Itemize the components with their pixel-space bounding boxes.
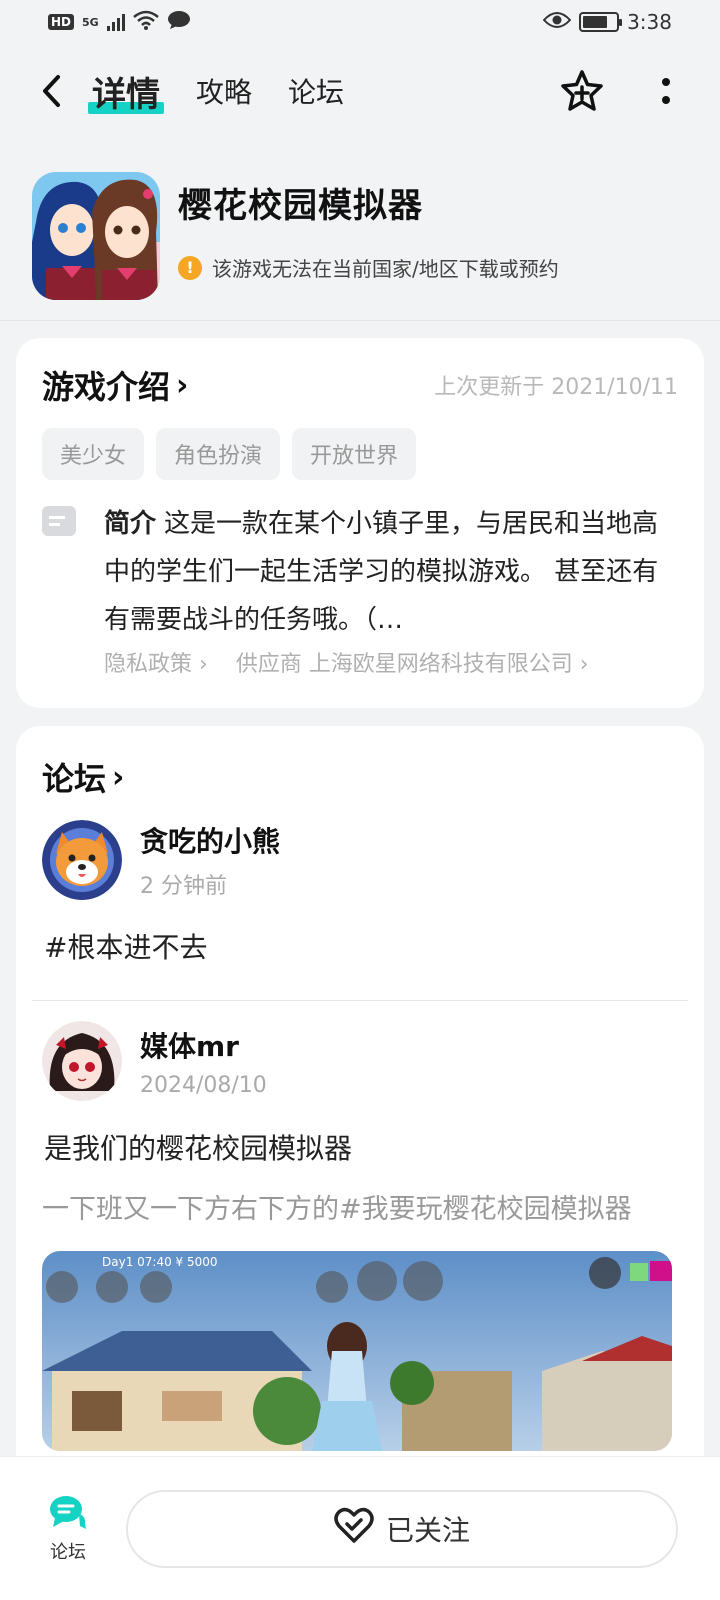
- forum-chat-icon: [49, 1494, 87, 1534]
- hd-badge: HD: [48, 14, 75, 30]
- back-icon[interactable]: [32, 71, 72, 111]
- battery-icon: [579, 12, 623, 32]
- document-icon: [42, 506, 76, 536]
- tab-details[interactable]: 详情: [88, 67, 164, 116]
- app-title: 樱花校园模拟器: [178, 186, 423, 226]
- description: 简介 这是一款在某个小镇子里，与居民和当地高中的学生们一起生活学习的模拟游戏。 甚…: [104, 500, 670, 644]
- status-left: HD 5G: [48, 10, 191, 35]
- warning-icon: !: [178, 255, 202, 280]
- tag-chip[interactable]: 角色扮演: [156, 428, 281, 480]
- intro-links: 隐私政策 › 供应商 上海欧星网络科技有限公司 ›: [104, 646, 678, 678]
- tab-bar: 详情 攻略 论坛: [88, 67, 344, 116]
- tag-chip[interactable]: 开放世界: [292, 428, 417, 480]
- header-divider: [0, 320, 720, 321]
- intro-title-link[interactable]: 游戏介绍 ›: [42, 362, 188, 408]
- tag-chip[interactable]: 美少女: [42, 428, 145, 480]
- vendor-link[interactable]: 供应商 上海欧星网络科技有限公司 ›: [236, 646, 589, 678]
- status-bar: HD 5G 3:38: [0, 0, 720, 44]
- forum-card: 论坛 › 贪吃的小熊 2 分钟前 #根本进不去 媒体mr 2024/08/10 …: [16, 726, 704, 1486]
- post-time: 2024/08/10: [140, 1072, 267, 1098]
- eye-icon: [542, 10, 572, 35]
- heart-check-icon: [334, 1506, 374, 1551]
- bottom-bar: 论坛 已关注: [0, 1456, 720, 1600]
- tab-forum[interactable]: 论坛: [288, 71, 344, 111]
- intro-header: 游戏介绍 › 上次更新于 2021/10/11: [42, 362, 678, 408]
- game-intro-card: 游戏介绍 › 上次更新于 2021/10/11 美少女 角色扮演 开放世界 简介…: [16, 338, 704, 708]
- description-block[interactable]: 简介 这是一款在某个小镇子里，与居民和当地高中的学生们一起生活学习的模拟游戏。 甚…: [42, 500, 678, 644]
- tag-list: 美少女 角色扮演 开放世界: [42, 428, 678, 480]
- avatar[interactable]: [42, 1021, 122, 1101]
- bottom-forum-label: 论坛: [50, 1541, 86, 1563]
- wifi-icon: [132, 10, 159, 35]
- post-body: 是我们的樱花校园模拟器: [44, 1132, 353, 1165]
- tab-guides[interactable]: 攻略: [196, 71, 252, 111]
- region-warning-text: 该游戏无法在当前国家/地区下载或预约: [212, 257, 559, 281]
- bottom-forum-tab[interactable]: 论坛: [32, 1494, 104, 1564]
- more-icon[interactable]: [644, 69, 688, 113]
- username[interactable]: 媒体mr: [140, 1025, 267, 1065]
- post-image[interactable]: Day1 07:40 ¥ 5000: [42, 1251, 672, 1451]
- avatar[interactable]: [42, 820, 122, 900]
- post-divider: [32, 1000, 688, 1001]
- star-add-icon[interactable]: [560, 69, 604, 113]
- network-label: 5G: [82, 15, 99, 29]
- app-header: 樱花校园模拟器 ! 该游戏无法在当前国家/地区下载或预约: [32, 172, 688, 302]
- user-meta: 媒体mr 2024/08/10: [140, 1025, 267, 1098]
- description-label: 简介: [104, 509, 157, 539]
- app-icon: [32, 172, 160, 300]
- username[interactable]: 贪吃的小熊: [140, 820, 280, 860]
- post-author: 媒体mr 2024/08/10: [42, 1021, 678, 1101]
- message-icon: [167, 10, 191, 35]
- post-author: 贪吃的小熊 2 分钟前: [42, 820, 678, 900]
- signal-icon: [106, 13, 125, 31]
- post-time: 2 分钟前: [140, 874, 227, 899]
- top-nav: 详情 攻略 论坛: [0, 55, 720, 127]
- user-meta: 贪吃的小熊 2 分钟前: [140, 820, 280, 900]
- forum-post[interactable]: 媒体mr 2024/08/10 是我们的樱花校园模拟器 一下班又一下方右下方的#…: [42, 1021, 678, 1451]
- status-right: 3:38: [542, 10, 672, 35]
- forum-title-link[interactable]: 论坛 ›: [42, 754, 678, 800]
- nav-actions: [560, 69, 688, 113]
- privacy-policy-link[interactable]: 隐私政策 ›: [104, 646, 208, 678]
- intro-title: 游戏介绍: [42, 368, 171, 406]
- forum-post[interactable]: 贪吃的小熊 2 分钟前 #根本进不去: [42, 820, 678, 966]
- chevron-right-icon: ›: [112, 759, 125, 795]
- post-body: #根本进不去: [44, 931, 208, 964]
- post-subtext: 一下班又一下方右下方的#我要玩樱花校园模拟器: [42, 1194, 632, 1225]
- last-updated: 上次更新于 2021/10/11: [434, 375, 678, 400]
- forum-title: 论坛: [42, 760, 107, 798]
- follow-label: 已关注: [385, 1513, 470, 1547]
- game-hud-text: Day1 07:40 ¥ 5000: [102, 1255, 218, 1269]
- region-warning: ! 该游戏无法在当前国家/地区下载或预约: [178, 253, 559, 282]
- chevron-right-icon: ›: [176, 367, 189, 403]
- clock: 3:38: [627, 10, 672, 34]
- app-meta: 樱花校园模拟器 ! 该游戏无法在当前国家/地区下载或预约: [178, 172, 559, 302]
- follow-button[interactable]: 已关注: [126, 1489, 678, 1568]
- description-text: 这是一款在某个小镇子里，与居民和当地高中的学生们一起生活学习的模拟游戏。 甚至还…: [104, 509, 659, 635]
